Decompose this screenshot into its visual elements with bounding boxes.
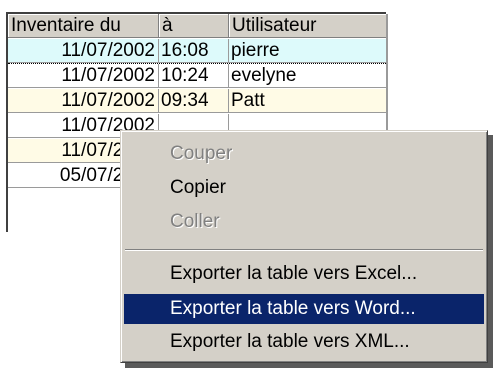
menu-item-paste[interactable]: Coller — [124, 207, 484, 237]
table-cell-user[interactable]: evelyne — [229, 64, 386, 88]
column-header-inventaire[interactable]: Inventaire du — [8, 14, 159, 38]
table-cell-time[interactable]: 09:34 — [159, 89, 229, 113]
menu-item-export-excel[interactable]: Exporter la table vers Excel... — [124, 259, 484, 289]
table-row[interactable]: 11/07/2002 16:08 pierre — [8, 39, 386, 64]
menu-item-cut[interactable]: Couper — [124, 139, 484, 169]
window-area: Inventaire du à Utilisateur 11/07/2002 1… — [0, 0, 493, 368]
table-row[interactable]: 11/07/2002 09:34 Patt — [8, 89, 386, 114]
table-cell-date[interactable]: 11/07/2002 — [8, 64, 159, 88]
table-cell-user[interactable]: pierre — [229, 39, 386, 63]
menu-item-export-xml[interactable]: Exporter la table vers XML... — [124, 327, 484, 357]
table-header: Inventaire du à Utilisateur — [8, 14, 386, 39]
table-cell-time[interactable]: 10:24 — [159, 64, 229, 88]
column-header-utilisateur[interactable]: Utilisateur — [229, 14, 386, 38]
menu-separator — [125, 249, 483, 251]
table-cell-user[interactable]: Patt — [229, 89, 386, 113]
table-row[interactable]: 11/07/2002 10:24 evelyne — [8, 64, 386, 89]
menu-item-export-word[interactable]: Exporter la table vers Word... — [124, 294, 484, 324]
column-header-heure[interactable]: à — [159, 14, 229, 38]
context-menu: Couper Copier Coller Exporter la table v… — [120, 130, 488, 363]
table-cell-time[interactable]: 16:08 — [159, 39, 229, 63]
menu-item-copy[interactable]: Copier — [124, 173, 484, 203]
table-cell-date[interactable]: 11/07/2002 — [8, 39, 159, 63]
table-cell-date[interactable]: 11/07/2002 — [8, 89, 159, 113]
